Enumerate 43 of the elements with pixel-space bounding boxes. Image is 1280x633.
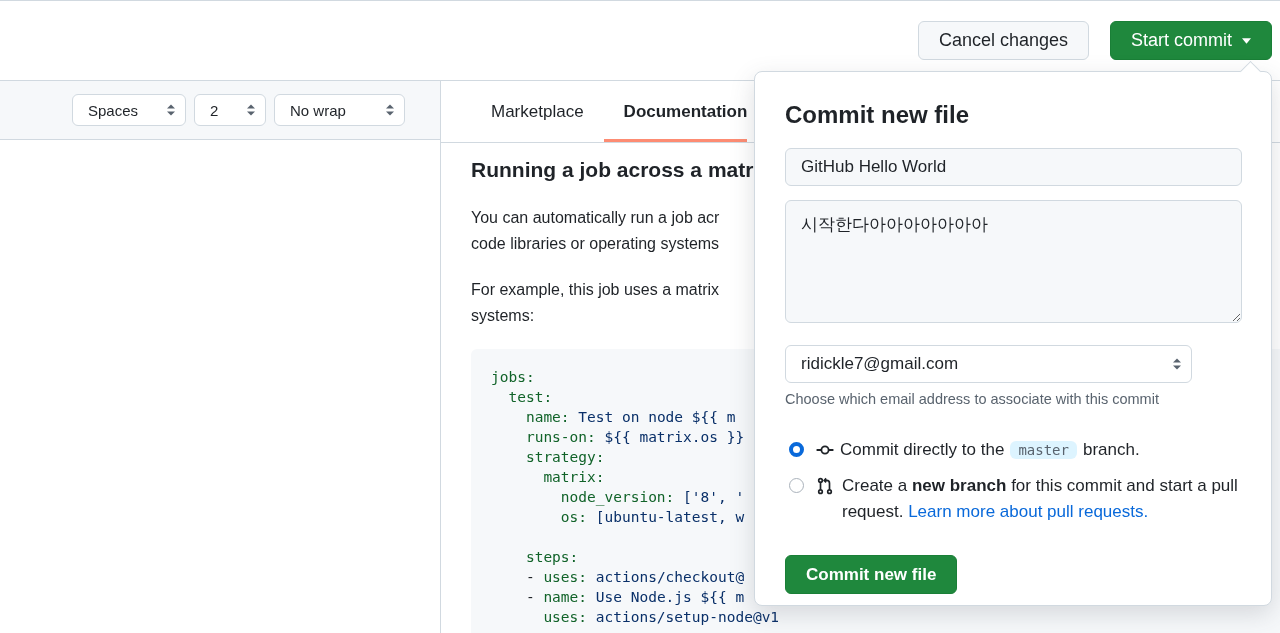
code-line: - name: Use Node.js ${{ m bbox=[524, 588, 745, 607]
paragraph-line: For example, this job uses a matrix bbox=[471, 280, 720, 300]
commit-new-file-button[interactable]: Commit new file bbox=[785, 555, 958, 594]
code-line: test: bbox=[507, 388, 553, 407]
select-dropdown[interactable]: No wrap bbox=[274, 94, 405, 126]
paragraph-line: systems: bbox=[471, 306, 535, 326]
tab[interactable]: Marketplace bbox=[471, 81, 604, 142]
code-line: jobs: bbox=[491, 368, 535, 387]
select-dropdown[interactable]: 2 bbox=[194, 94, 266, 126]
code-line: - uses: actions/checkout@ bbox=[524, 568, 745, 587]
code-line: steps: bbox=[524, 548, 579, 567]
option-label: Commit directly to the bbox=[840, 439, 1005, 461]
help-text: Choose which email address to associate with this commit bbox=[785, 391, 1160, 407]
caret-icon bbox=[1242, 37, 1251, 44]
radio-button[interactable] bbox=[789, 478, 804, 493]
up-down-arrow-icon bbox=[245, 104, 257, 116]
code-line: strategy: bbox=[524, 448, 605, 467]
code-line: os: [ubuntu-latest, w bbox=[559, 508, 745, 527]
code-line: uses: actions/setup-node@v1 bbox=[542, 608, 780, 627]
up-down-arrow-icon bbox=[384, 104, 396, 116]
code-line: node_version: ['8', ' bbox=[559, 488, 745, 507]
up-down-arrow-icon bbox=[165, 104, 177, 116]
section-heading: Running a job across a matr bbox=[471, 157, 754, 183]
tab[interactable]: Documentation bbox=[603, 81, 748, 142]
up-down-arrow-icon bbox=[1171, 358, 1183, 370]
summary-field[interactable]: GitHub Hello World bbox=[785, 148, 1242, 186]
branch-name: master bbox=[1010, 441, 1077, 459]
code-line: runs-on: ${{ matrix.os }} bbox=[524, 428, 745, 447]
cancel-changes-button[interactable]: Cancel changes bbox=[917, 21, 1089, 60]
pull-request-icon bbox=[816, 475, 834, 497]
select-dropdown[interactable]: Spaces bbox=[72, 94, 186, 126]
code-line: matrix: bbox=[542, 468, 605, 487]
paragraph-line: You can automatically run a job acr bbox=[471, 208, 720, 228]
dialog-title: Commit new file bbox=[785, 100, 971, 130]
option-label: Create a new branch for this commit and start a pull request. Learn more about pull requests. bbox=[842, 475, 1239, 523]
learn-more-link[interactable]: Learn more about pull requests. bbox=[908, 502, 1149, 521]
code-line: name: Test on node ${{ m bbox=[524, 408, 736, 427]
start-commit-button[interactable]: Start commit bbox=[1110, 21, 1272, 60]
email-select[interactable]: ridickle7@gmail.com bbox=[785, 345, 1192, 383]
paragraph-line: code libraries or operating systems bbox=[471, 234, 720, 254]
description-field[interactable]: 시작한다아아아아아아아 bbox=[785, 200, 1242, 323]
radio-button[interactable] bbox=[789, 442, 804, 457]
option-label: branch. bbox=[1082, 439, 1140, 461]
